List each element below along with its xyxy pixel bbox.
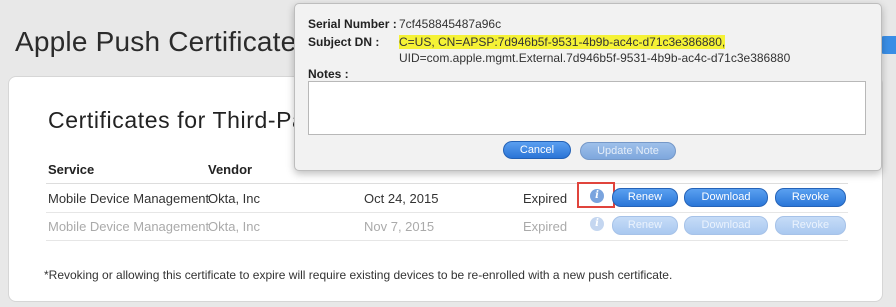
row1-date: Oct 24, 2015 bbox=[364, 191, 439, 206]
revoke-button[interactable]: Revoke bbox=[775, 188, 846, 207]
notes-textarea[interactable] bbox=[308, 81, 866, 135]
renew-button[interactable]: Renew bbox=[612, 188, 678, 207]
footnote: *Revoking or allowing this certificate t… bbox=[44, 268, 673, 282]
row-divider bbox=[46, 212, 848, 213]
renew-button[interactable]: Renew bbox=[612, 216, 678, 235]
row2-date: Nov 7, 2015 bbox=[364, 219, 435, 234]
cancel-button[interactable]: Cancel bbox=[503, 141, 571, 159]
info-icon[interactable]: i bbox=[590, 217, 604, 231]
row1-service: Mobile Device Management bbox=[48, 191, 210, 206]
row1-vendor: Okta, Inc bbox=[208, 191, 261, 206]
row2-service: Mobile Device Management bbox=[48, 219, 210, 234]
serial-number-label: Serial Number : bbox=[308, 17, 397, 31]
row2-vendor: Okta, Inc bbox=[208, 219, 261, 234]
section-title: Certificates for Third-Pa bbox=[48, 107, 306, 133]
notes-label: Notes : bbox=[308, 67, 349, 81]
column-header-service: Service bbox=[48, 162, 95, 177]
header-divider bbox=[46, 183, 848, 184]
download-button[interactable]: Download bbox=[684, 216, 768, 235]
subject-dn-line2: UID=com.apple.mgmt.External.7d946b5f-953… bbox=[399, 51, 791, 65]
serial-number-value: 7cf458845487a96c bbox=[399, 17, 502, 31]
update-note-button[interactable]: Update Note bbox=[580, 142, 676, 160]
revoke-button[interactable]: Revoke bbox=[775, 216, 846, 235]
subject-dn-label: Subject DN : bbox=[308, 35, 380, 49]
download-button[interactable]: Download bbox=[684, 188, 768, 207]
annotation-highlight bbox=[577, 182, 615, 208]
row2-status: Expired bbox=[523, 219, 568, 234]
row-divider bbox=[46, 240, 848, 241]
subject-dn-line1: C=US, CN=APSP:7d946b5f-9531-4b9b-ac4c-d7… bbox=[399, 35, 726, 49]
row1-status: Expired bbox=[523, 191, 568, 206]
page-title: Apple Push Certificates bbox=[15, 26, 311, 57]
column-header-vendor: Vendor bbox=[208, 162, 253, 177]
